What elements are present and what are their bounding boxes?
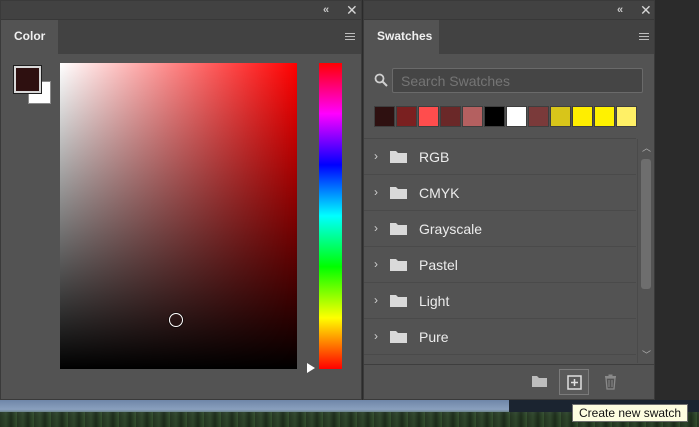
swatch-list-scrollbar[interactable]: ︿ ﹀	[637, 139, 654, 363]
swatch-group-rgb[interactable]: › RGB	[364, 139, 636, 175]
collapse-panel-icon[interactable]: «	[617, 3, 623, 17]
tooltip: Create new swatch	[572, 404, 689, 422]
swatch-chip[interactable]	[572, 106, 593, 127]
swatch-chip[interactable]	[528, 106, 549, 127]
chevron-right-icon[interactable]: ›	[374, 149, 378, 163]
swatch-chip[interactable]	[484, 106, 505, 127]
workspace: « ✕ Color « ✕ Swatches ›RGB›CMYK›Grays	[0, 0, 699, 427]
scroll-up-icon[interactable]: ︿	[642, 141, 651, 154]
swatch-chip[interactable]	[594, 106, 615, 127]
recent-swatches	[374, 106, 638, 127]
chevron-right-icon[interactable]: ›	[374, 329, 378, 343]
search-icon	[374, 73, 388, 87]
swatch-chip[interactable]	[396, 106, 417, 127]
hue-slider-marker-icon[interactable]	[307, 363, 315, 373]
color-panel-titlebar[interactable]: « ✕	[1, 1, 361, 20]
hue-slider[interactable]	[319, 63, 342, 369]
swatch-group-pastel[interactable]: › Pastel	[364, 247, 636, 283]
color-panel-tabrow: Color	[1, 20, 361, 54]
delete-swatch-button[interactable]	[596, 369, 626, 395]
folder-icon	[532, 376, 547, 387]
swatch-chip[interactable]	[616, 106, 637, 127]
swatch-group-cmyk[interactable]: › CMYK	[364, 175, 636, 211]
plus-square-icon	[567, 375, 582, 390]
trash-icon	[605, 374, 616, 390]
close-panel-icon[interactable]: ✕	[640, 2, 652, 18]
swatches-panel-titlebar[interactable]: « ✕	[364, 1, 654, 20]
folder-icon	[390, 295, 407, 307]
swatch-chip[interactable]	[550, 106, 571, 127]
search-swatches-input[interactable]	[392, 68, 643, 93]
tab-color[interactable]: Color	[1, 20, 58, 54]
folder-icon	[390, 331, 407, 343]
chevron-right-icon[interactable]: ›	[374, 293, 378, 307]
close-panel-icon[interactable]: ✕	[346, 2, 358, 18]
swatch-chip[interactable]	[462, 106, 483, 127]
chevron-right-icon[interactable]: ›	[374, 185, 378, 199]
swatch-group-label: RGB	[419, 149, 450, 165]
swatches-footer	[364, 364, 654, 397]
swatch-group-label: CMYK	[419, 185, 460, 201]
folder-icon	[390, 151, 407, 163]
swatch-group-label: Pure	[419, 329, 449, 345]
chevron-right-icon[interactable]: ›	[374, 257, 378, 271]
swatch-group-pure[interactable]: › Pure	[364, 319, 636, 355]
color-picker-cursor[interactable]	[169, 313, 183, 327]
new-group-button[interactable]	[524, 369, 554, 395]
folder-icon	[390, 187, 407, 199]
swatches-panel-tabrow: Swatches	[364, 20, 654, 54]
panel-menu-icon[interactable]	[345, 33, 355, 41]
collapse-panel-icon[interactable]: «	[323, 3, 329, 17]
color-panel: « ✕ Color	[0, 0, 362, 400]
tab-swatches[interactable]: Swatches	[364, 20, 439, 54]
panel-menu-icon[interactable]	[639, 33, 649, 41]
swatch-chip[interactable]	[418, 106, 439, 127]
swatch-group-grayscale[interactable]: › Grayscale	[364, 211, 636, 247]
swatch-group-light[interactable]: › Light	[364, 283, 636, 319]
foreground-color-swatch[interactable]	[13, 65, 42, 94]
swatch-chip[interactable]	[440, 106, 461, 127]
chevron-right-icon[interactable]: ›	[374, 221, 378, 235]
swatch-chip[interactable]	[506, 106, 527, 127]
swatches-panel: « ✕ Swatches ›RGB›CMYK›Grayscale›Pastel›…	[363, 0, 655, 400]
folder-icon	[390, 259, 407, 271]
swatch-group-label: Grayscale	[419, 221, 483, 237]
swatch-group-list: › RGB › CMYK › Grayscale › Pastel › Light › Pure	[364, 138, 636, 363]
scroll-down-icon[interactable]: ﹀	[642, 348, 651, 361]
swatch-chip[interactable]	[374, 106, 395, 127]
swatch-group-label: Pastel	[419, 257, 458, 273]
create-new-swatch-button[interactable]	[559, 369, 589, 395]
folder-icon	[390, 223, 407, 235]
swatch-group-label: Light	[419, 293, 450, 309]
scrollbar-thumb[interactable]	[641, 159, 651, 289]
